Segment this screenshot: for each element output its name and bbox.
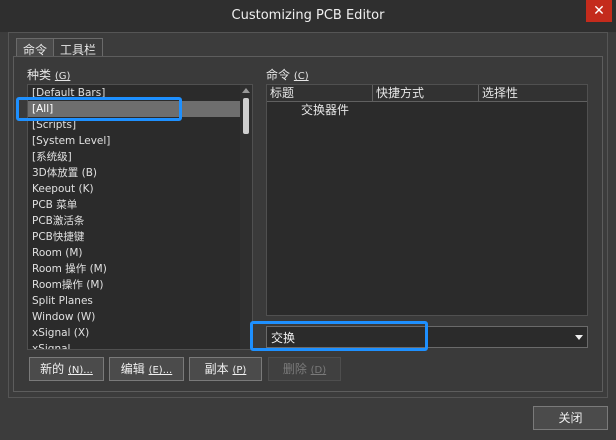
command-selective <box>479 102 587 118</box>
categories-label: 种类 (G) <box>27 66 70 83</box>
close-button-label: 关闭 <box>558 411 583 425</box>
column-shortcut[interactable]: 快捷方式 <box>373 85 479 102</box>
category-item-system-level-cn[interactable]: [系统级] <box>28 149 252 165</box>
title-bar: Customizing PCB Editor ✕ <box>0 0 616 32</box>
commands-label-text: 命令 <box>266 68 291 82</box>
category-item-pcb-active-bar[interactable]: PCB激活条 <box>28 213 252 229</box>
highlight-all-category <box>16 97 182 121</box>
delete-button: 删除 (D) <box>268 357 341 381</box>
chevron-down-icon[interactable] <box>575 335 583 340</box>
scroll-up-arrow-icon[interactable] <box>242 88 250 93</box>
column-selective[interactable]: 选择性 <box>479 85 587 102</box>
tab-commands[interactable]: 命令 <box>16 38 55 57</box>
category-item-3d-body[interactable]: 3D体放置 (B) <box>28 165 252 181</box>
command-icon <box>267 102 301 118</box>
delete-button-label: 删除 <box>282 362 307 376</box>
category-item-system-level[interactable]: [System Level] <box>28 133 252 149</box>
edit-button[interactable]: 编辑 (E)... <box>109 357 184 381</box>
categories-list[interactable]: [Default Bars] [All] [Scripts] [System L… <box>27 84 253 350</box>
categories-label-key: (G) <box>54 71 71 82</box>
delete-button-key: (D) <box>310 365 327 376</box>
edit-button-label: 编辑 <box>120 362 145 376</box>
close-button[interactable]: 关闭 <box>533 406 608 430</box>
category-item-room-ops-1[interactable]: Room 操作 (M) <box>28 261 252 277</box>
column-title[interactable]: 标题 <box>267 85 373 102</box>
scroll-thumb[interactable] <box>243 98 249 134</box>
category-item-keepout[interactable]: Keepout (K) <box>28 181 252 197</box>
window-title: Customizing PCB Editor <box>231 8 385 23</box>
copy-button[interactable]: 副本 (P) <box>189 357 262 381</box>
tab-bar: 命令 工具栏 <box>16 38 104 57</box>
new-button-key: (N)... <box>68 365 93 376</box>
new-button-label: 新的 <box>40 362 65 376</box>
command-title: 交换器件 <box>301 103 350 117</box>
category-item-window[interactable]: Window (W) <box>28 309 252 325</box>
table-row[interactable]: 交换器件 <box>267 102 587 118</box>
tab-toolbars[interactable]: 工具栏 <box>54 38 104 57</box>
commands-label-key: (C) <box>293 71 309 82</box>
category-item-room-ops-2[interactable]: Room操作 (M) <box>28 277 252 293</box>
categories-label-text: 种类 <box>27 68 52 82</box>
new-button[interactable]: 新的 (N)... <box>29 357 104 381</box>
close-icon[interactable]: ✕ <box>586 0 612 22</box>
category-item-split-planes[interactable]: Split Planes <box>28 293 252 309</box>
category-item-xsignal-2[interactable]: xSignal... <box>28 341 252 349</box>
edit-button-key: (E)... <box>148 365 173 376</box>
command-shortcut <box>373 102 479 118</box>
copy-button-label: 副本 <box>204 362 229 376</box>
commands-table[interactable]: 标题 快捷方式 选择性 交换器件 <box>266 84 588 316</box>
highlight-search-input <box>250 321 428 351</box>
categories-scrollbar[interactable] <box>240 85 252 349</box>
category-item-pcb-shortcuts[interactable]: PCB快捷键 <box>28 229 252 245</box>
copy-button-key: (P) <box>232 365 247 376</box>
category-item-room[interactable]: Room (M) <box>28 245 252 261</box>
commands-label: 命令 (C) <box>266 66 309 83</box>
category-item-pcb-menu[interactable]: PCB 菜单 <box>28 197 252 213</box>
category-item-xsignal[interactable]: xSignal (X) <box>28 325 252 341</box>
commands-table-header: 标题 快捷方式 选择性 <box>267 85 587 102</box>
